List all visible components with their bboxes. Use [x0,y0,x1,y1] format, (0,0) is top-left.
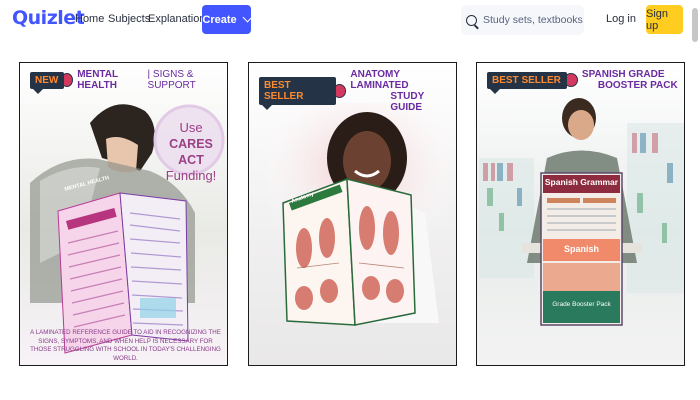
cares-act-bubble: Use CARES ACT Funding! [156,120,226,184]
search-input[interactable] [483,14,583,26]
login-link[interactable]: Log in [606,13,636,25]
card-banner: BEST SELLER ANATOMY LAMINATED STUDY GUID… [259,69,456,113]
search-icon [466,14,477,26]
create-button-label: Create [202,13,237,26]
best-seller-tag: BEST SELLER [487,71,567,94]
bubble-line-1: Use [179,120,203,135]
top-navigation-bar: Quizlet Home Subjects Explanations Creat… [0,0,700,40]
spanish-artwork [477,63,684,365]
card-title: SPANISH GRADE [581,69,665,80]
mental-health-artwork [20,63,227,365]
promo-card-anatomy[interactable]: BEST SELLER ANATOMY LAMINATED STUDY GUID… [248,62,457,366]
create-button[interactable]: Create [202,5,253,34]
best-seller-tag: BEST SELLER [259,77,336,110]
card-banner: BEST SELLER SPANISH GRADE BOOSTER PACK [487,69,678,94]
card-title-block: ANATOMY LAMINATED STUDY GUIDE [350,69,456,113]
card-title-block: SPANISH GRADE BOOSTER PACK [582,69,678,91]
search-box[interactable] [461,5,584,35]
card-title: ANATOMY LAMINATED [350,69,409,91]
card-caption: A LAMINATED REFERENCE GUIDE TO AID IN RE… [30,329,221,362]
promo-card-mental-health[interactable]: NEW MENTAL HEALTH | SIGNS & SUPPORT Use … [19,62,228,366]
quizlet-logo[interactable]: Quizlet [12,7,85,29]
new-tag: NEW [30,71,65,94]
nav-subjects-link[interactable]: Subjects [108,13,150,25]
card-title-line-2: STUDY GUIDE [390,91,425,113]
card-subtitle: | SIGNS & SUPPORT [147,69,196,91]
nav-home-link[interactable]: Home [75,13,104,25]
signup-button[interactable]: Sign up [646,5,683,34]
guide-bottom-title: Grade Booster Pack [552,301,611,308]
guide-cover-title: Spanish Grammar [544,177,619,187]
card-title-line-2: BOOSTER PACK [597,80,678,91]
promo-card-spanish[interactable]: BEST SELLER SPANISH GRADE BOOSTER PACK S… [476,62,685,366]
guide-mid-title: Spanish [563,244,599,254]
bubble-line-2: CARES ACT [169,137,213,167]
card-banner: NEW MENTAL HEALTH | SIGNS & SUPPORT [30,69,227,94]
page-scrollbar[interactable] [692,8,698,42]
chevron-down-icon [242,12,253,23]
card-title: MENTAL HEALTH [77,69,118,91]
bubble-line-3: Funding! [165,168,217,183]
